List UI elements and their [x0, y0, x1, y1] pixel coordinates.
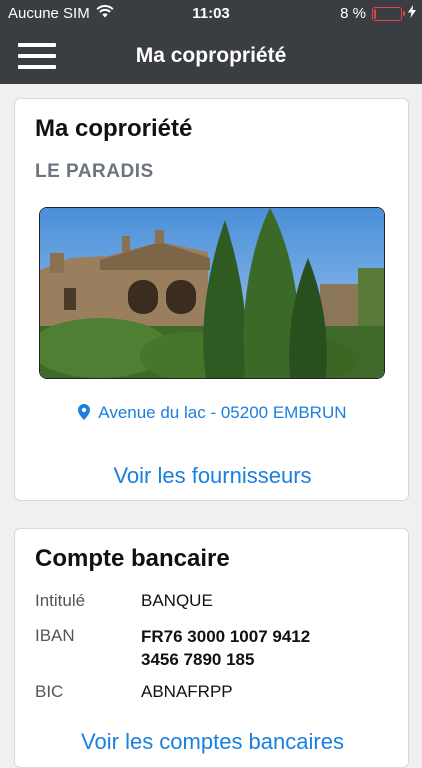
status-right: 8 %: [340, 5, 416, 22]
property-card: Ma coproriété LE PARADIS Avenue du lac -…: [14, 98, 409, 501]
address-line[interactable]: Avenue du lac - 05200 EMBRUN: [15, 403, 410, 423]
label-bic: BIC: [35, 682, 64, 701]
value-intitule: BANQUE: [141, 591, 213, 610]
map-pin-icon: [78, 403, 98, 422]
bank-heading: Compte bancaire: [35, 545, 230, 572]
value-bic: ABNAFRPP: [141, 682, 233, 701]
bank-card: Compte bancaire Intitulé BANQUE IBAN FR7…: [14, 528, 409, 768]
bank-accounts-link[interactable]: Voir les comptes bancaires: [15, 729, 410, 755]
battery-percent: 8 %: [340, 5, 366, 22]
address-text: Avenue du lac - 05200 EMBRUN: [98, 403, 347, 422]
battery-icon: [372, 6, 405, 21]
property-heading: Ma coproriété: [35, 115, 193, 142]
iban-line-1: FR76 3000 1007 9412: [141, 627, 311, 646]
status-bar: Aucune SIM 11:03 8 %: [0, 0, 422, 28]
suppliers-link[interactable]: Voir les fournisseurs: [15, 463, 410, 489]
label-iban: IBAN: [35, 626, 75, 645]
nav-bar: Ma copropriété: [0, 28, 422, 84]
nav-title: Ma copropriété: [135, 44, 287, 67]
property-photo: [39, 207, 385, 379]
label-intitule: Intitulé: [35, 591, 86, 610]
battery-fill: [374, 8, 376, 19]
property-name: LE PARADIS: [35, 161, 154, 182]
iban-line-2: 3456 7890 185: [141, 650, 255, 669]
charging-bolt-icon: [408, 5, 416, 22]
value-iban: FR76 3000 1007 9412 3456 7890 185: [141, 625, 371, 671]
